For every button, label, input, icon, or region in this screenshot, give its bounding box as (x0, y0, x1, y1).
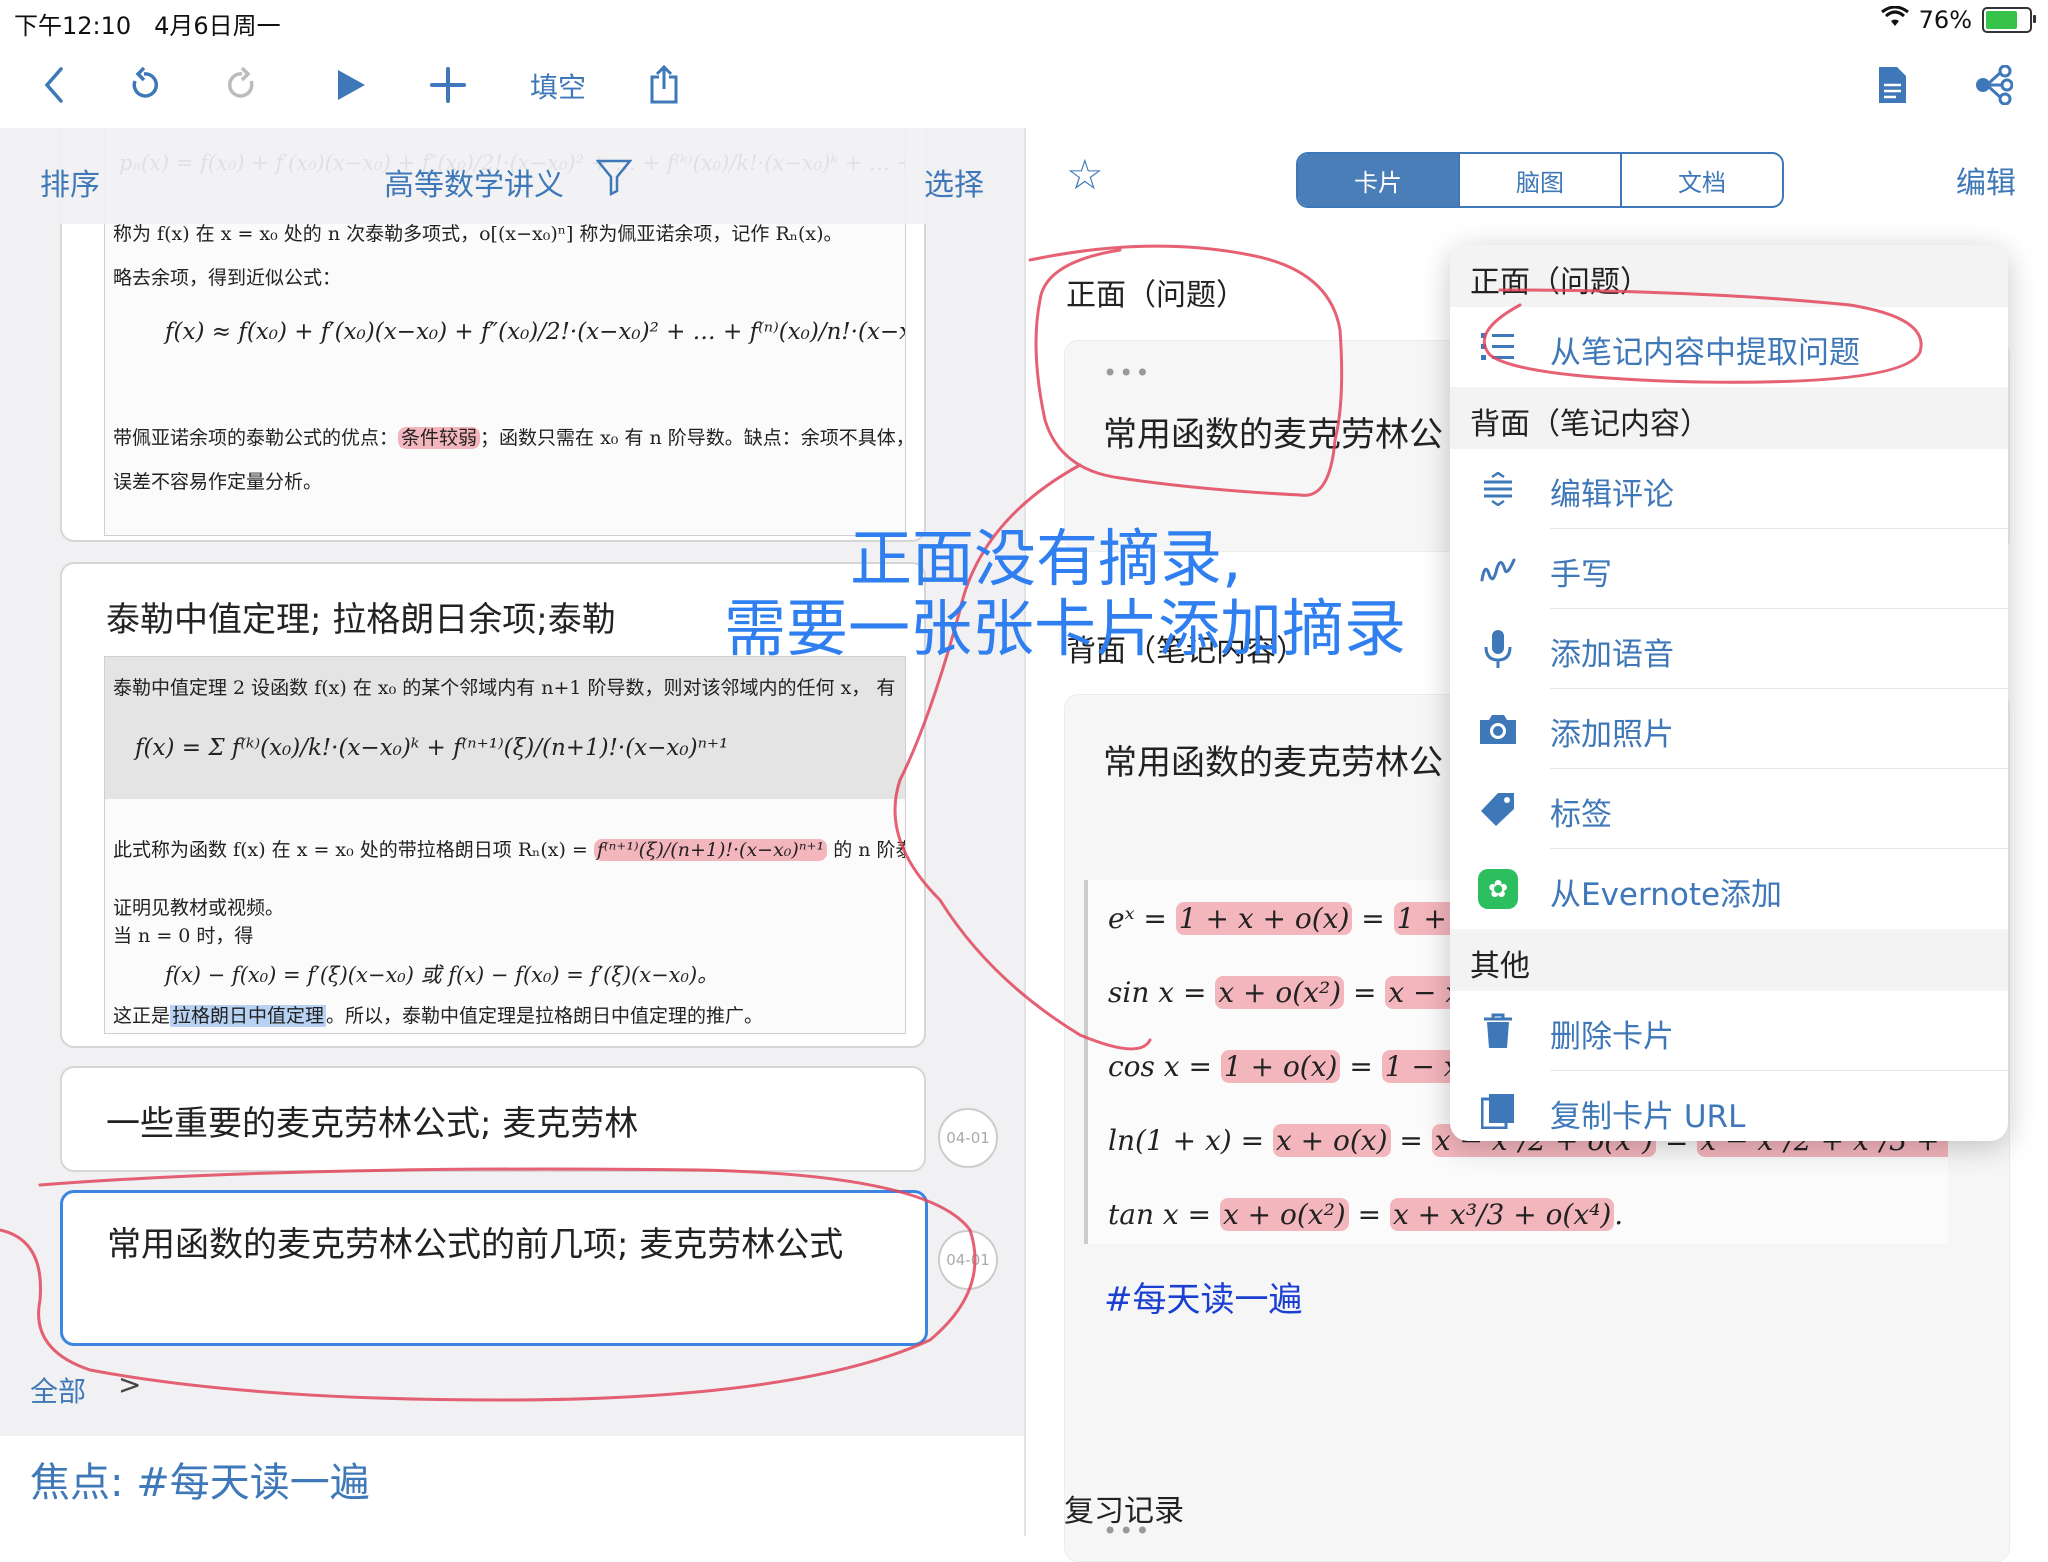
mindmap-button[interactable] (1962, 58, 2022, 112)
trash-icon (1476, 1009, 1520, 1053)
card-maclaurin-important[interactable]: 一些重要的麦克劳林公式; 麦克劳林 (60, 1066, 926, 1172)
menu-item-add-voice[interactable]: 添加语音 (1450, 609, 2008, 689)
status-time: 下午12:10 4月6日周一 (14, 12, 281, 40)
play-icon (338, 70, 365, 100)
menu-item-copy-url[interactable]: 复制卡片 URL (1450, 1071, 2008, 1141)
list-header: 排序 高等数学讲义 选择 (0, 128, 1024, 224)
battery-percent: 76% (1918, 6, 1972, 34)
card-image-lagrange: 泰勒中值定理 2 设函数 f(x) 在 x₀ 的某个邻域内有 n+1 阶导数，则… (104, 656, 906, 1034)
menu-item-delete-card[interactable]: 删除卡片 (1450, 991, 2008, 1071)
menu-item-handwriting[interactable]: 手写 (1450, 529, 2008, 609)
menu-section-front: 正面（问题） (1450, 245, 2008, 307)
notebook-title[interactable]: 高等数学讲义 (384, 160, 564, 204)
battery-icon (1982, 7, 2036, 33)
status-right: 76% (1880, 5, 2036, 34)
menu-item-edit-comment[interactable]: 编辑评论 (1450, 449, 2008, 529)
chevron-right-icon[interactable]: > (118, 1368, 141, 1401)
edit-popover-menu: 正面（问题） 从笔记内容中提取问题 背面（笔记内容） 编辑评论 手写 添加语音 … (1450, 245, 2008, 1141)
fill-blank-button[interactable]: 填空 (530, 66, 586, 106)
share-icon (650, 65, 678, 104)
undo-icon (132, 67, 159, 98)
menu-section-back: 背面（笔记内容） (1450, 387, 2008, 449)
formula-approx: f(x) ≈ f(x₀) + f′(x₀)(x−x₀) + f″(x₀)/2!·… (165, 319, 906, 345)
card-maclaurin-common[interactable]: 常用函数的麦克劳林公式的前几项; 麦克劳林公式 (60, 1190, 928, 1346)
star-icon[interactable]: ☆ (1066, 150, 1104, 199)
view-segmented-control: 卡片 脑图 文档 (1296, 152, 1784, 208)
focus-tag[interactable]: 焦点: #每天读一遍 (30, 1450, 370, 1508)
plus-icon (430, 67, 466, 103)
text-line: 带佩亚诺余项的泰勒公式的优点： 条件较弱 ；函数只需在 x₀ 有 n 阶导数。缺点：… (113, 427, 906, 449)
edit-button[interactable]: 编辑 (1956, 158, 2016, 202)
redo-icon (227, 67, 254, 98)
menu-item-evernote[interactable]: ✿ 从Evernote添加 (1450, 849, 2008, 929)
card-title: 泰勒中值定理; 拉格朗日余项;泰勒 (106, 600, 616, 640)
more-dots[interactable]: ••• (1103, 359, 1151, 387)
chevron-left-icon (44, 67, 63, 103)
all-filter-button[interactable]: 全部 (30, 1370, 86, 1410)
evernote-icon: ✿ (1476, 867, 1520, 911)
toolbar: 填空 (0, 40, 2048, 130)
align-icon (1476, 467, 1520, 511)
microphone-icon (1476, 627, 1520, 671)
formula-taylor-lagrange: f(x) = Σ f⁽ᵏ⁾(x₀)/k!·(x−x₀)ᵏ + f⁽ⁿ⁺¹⁾(ξ)… (135, 735, 729, 761)
text-line: 误差不容易作定量分析。 (113, 471, 323, 493)
card-list-pane: pₙ(x) = f(x₀) + f′(x₀)(x−x₀) + f″(x₀)/2!… (0, 128, 1024, 1536)
tab-document[interactable]: 文档 (1620, 154, 1782, 206)
annotation-text-line2: 需要一张张卡片添加摘录 (724, 592, 1407, 665)
text-line: 泰勒中值定理 2 设函数 f(x) 在 x₀ 的某个邻域内有 n+1 阶导数，则… (113, 677, 896, 699)
undo-button[interactable] (114, 58, 174, 112)
handwriting-icon (1476, 547, 1520, 591)
menu-section-other: 其他 (1450, 929, 2008, 991)
tag-icon (1476, 787, 1520, 831)
document-icon (1879, 67, 1906, 103)
tab-card[interactable]: 卡片 (1298, 154, 1458, 206)
menu-item-add-photo[interactable]: 添加照片 (1450, 689, 2008, 769)
card-title: 一些重要的麦克劳林公式; 麦克劳林 (106, 1104, 639, 1144)
redo-button[interactable] (212, 58, 272, 112)
camera-icon (1476, 707, 1520, 751)
copy-icon (1476, 1089, 1520, 1133)
text-line: 当 n = 0 时，得 (113, 925, 254, 947)
menu-item-extract-question[interactable]: 从笔记内容中提取问题 (1450, 307, 2008, 387)
text-line: 此式称为函数 f(x) 在 x = x₀ 处的带拉格朗日项 Rₙ(x) = f⁽… (113, 839, 905, 861)
play-button[interactable] (320, 58, 380, 112)
text-line: 略去余项，得到近似公式： (113, 267, 342, 289)
menu-arrow (1966, 222, 2010, 246)
add-button[interactable] (418, 58, 478, 112)
review-history-label: 复习记录 (1064, 1494, 1184, 1529)
text-line: 这正是 拉格朗日中值定理 。所以，泰勒中值定理是拉格朗日中值定理的推广。 (113, 1005, 764, 1027)
filter-icon[interactable] (595, 158, 633, 200)
review-date-badge: 04-01 (938, 1108, 998, 1168)
sort-button[interactable]: 排序 (40, 160, 100, 204)
status-bar: 下午12:10 4月6日周一 76% (0, 0, 2048, 40)
formula-lagrange-mvt: f(x) − f(x₀) = f′(ξ)(x−x₀) 或 f(x) − f(x₀… (165, 963, 719, 987)
back-text: 常用函数的麦克劳林公 (1103, 743, 1443, 783)
document-button[interactable] (1862, 58, 1922, 112)
menu-item-tag[interactable]: 标签 (1450, 769, 2008, 849)
share-button[interactable] (634, 58, 694, 112)
list-icon (1476, 325, 1520, 369)
back-button[interactable] (24, 58, 84, 112)
text-line: 证明见教材或视频。 (113, 897, 285, 919)
select-button[interactable]: 选择 (924, 160, 984, 204)
review-date-badge: 04-01 (938, 1230, 998, 1290)
card-title: 常用函数的麦克劳林公式的前几项; 麦克劳林公式 (107, 1225, 844, 1265)
wifi-icon (1880, 5, 1909, 34)
front-section-label: 正面（问题） (1066, 278, 1246, 313)
front-text: 常用函数的麦克劳林公 (1103, 415, 1443, 455)
mindmap-icon (1976, 65, 2013, 105)
tag-link[interactable]: #每天读一遍 (1104, 1272, 1303, 1321)
tab-mindmap[interactable]: 脑图 (1458, 154, 1620, 206)
